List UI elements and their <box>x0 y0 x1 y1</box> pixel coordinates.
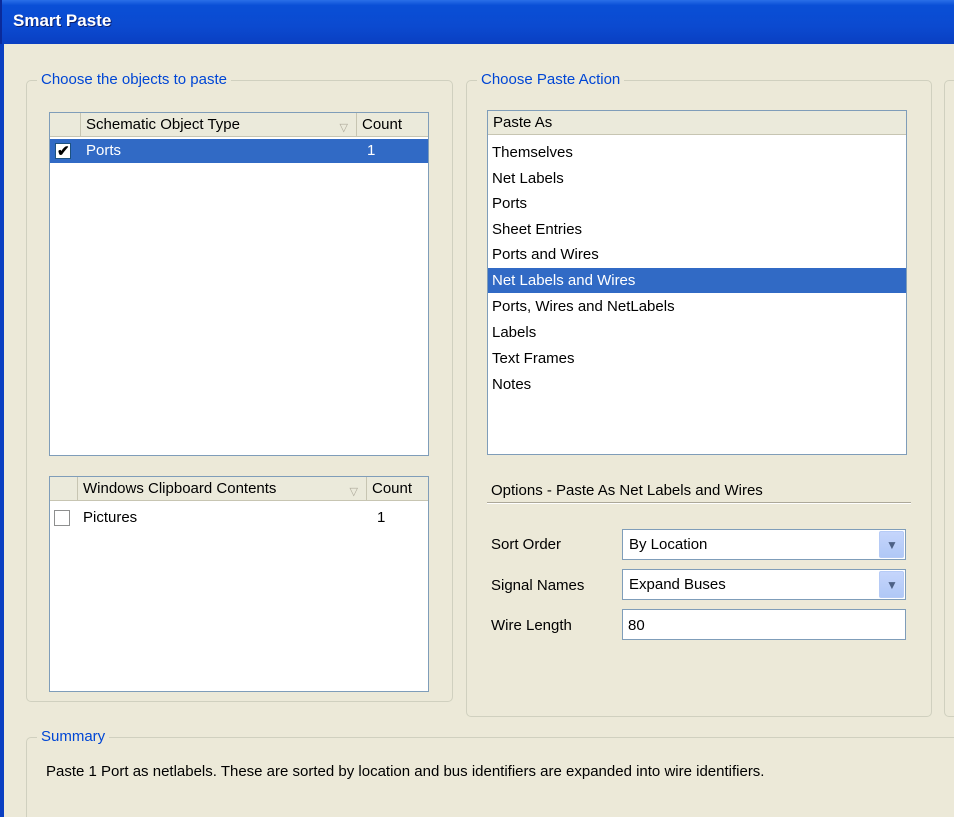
dropdown-arrow-icon: ▼ <box>886 538 898 552</box>
schematic-row-label: Ports <box>86 142 122 159</box>
summary-text: Paste 1 Port as netlabels. These are sor… <box>46 763 765 780</box>
clipboard-row-label: Pictures <box>83 509 138 526</box>
sort-order-label: Sort Order <box>491 536 562 553</box>
clipboard-contents-header-label: Windows Clipboard Contents <box>83 480 277 497</box>
schematic-object-list[interactable]: Schematic Object Type ▽ Count ✔ Ports 1 <box>49 112 429 456</box>
clipboard-row-pictures[interactable]: Pictures 1 <box>50 506 428 530</box>
count-column-header[interactable]: Count <box>357 113 428 137</box>
wire-length-label: Wire Length <box>491 617 572 634</box>
paste-as-item-themselves[interactable]: Themselves <box>488 140 906 165</box>
right-partial-groupbox <box>944 80 954 717</box>
signal-names-value: Expand Buses <box>629 576 726 593</box>
signal-names-label: Signal Names <box>491 577 585 594</box>
signal-names-dropdown-button[interactable]: ▼ <box>879 571 904 598</box>
clipboard-contents-list[interactable]: Windows Clipboard Contents ▽ Count Pictu… <box>49 476 429 692</box>
clipboard-list-header: Windows Clipboard Contents ▽ Count <box>50 477 428 501</box>
paste-as-item-notes[interactable]: Notes <box>488 372 906 397</box>
signal-names-select[interactable]: Expand Buses ▼ <box>622 569 906 600</box>
schematic-object-type-header[interactable]: Schematic Object Type ▽ <box>81 113 357 137</box>
paste-as-header[interactable]: Paste As <box>488 111 906 135</box>
paste-as-item-net-labels-and-wires[interactable]: Net Labels and Wires <box>488 268 906 293</box>
objects-group-legend: Choose the objects to paste <box>37 71 231 89</box>
paste-as-item-text-frames[interactable]: Text Frames <box>488 346 906 371</box>
paste-as-item-net-labels[interactable]: Net Labels <box>488 166 906 191</box>
paste-action-group-legend: Choose Paste Action <box>477 71 625 89</box>
checkbox-unchecked-icon[interactable] <box>54 510 70 526</box>
clipboard-checkbox-column-header[interactable] <box>50 477 78 501</box>
window-title: Smart Paste <box>13 11 112 30</box>
wire-length-input[interactable] <box>628 615 898 635</box>
paste-as-item-labels[interactable]: Labels <box>488 320 906 345</box>
clipboard-count-header-label: Count <box>372 480 413 497</box>
clipboard-row-count: 1 <box>377 509 386 526</box>
checkbox-column-header[interactable] <box>50 113 81 137</box>
paste-as-header-label: Paste As <box>493 114 553 131</box>
clipboard-contents-header[interactable]: Windows Clipboard Contents ▽ <box>78 477 367 501</box>
schematic-object-type-header-label: Schematic Object Type <box>86 116 240 133</box>
sort-triangle-icon: ▽ <box>349 486 358 498</box>
sort-order-value: By Location <box>629 536 708 553</box>
sort-triangle-icon: ▽ <box>339 122 348 134</box>
schematic-row-ports[interactable]: ✔ Ports 1 <box>50 139 428 163</box>
count-header-label: Count <box>362 116 403 133</box>
paste-as-list[interactable]: Paste As Themselves Net Labels Ports She… <box>487 110 907 455</box>
options-title: Options - Paste As Net Labels and Wires <box>491 482 763 499</box>
clipboard-count-column-header[interactable]: Count <box>367 477 428 501</box>
dropdown-arrow-icon: ▼ <box>886 578 898 592</box>
title-bar: Smart Paste <box>0 0 954 44</box>
paste-as-item-ports-and-wires[interactable]: Ports and Wires <box>488 242 906 267</box>
checkbox-checked-icon[interactable]: ✔ <box>55 143 71 160</box>
options-divider <box>487 502 911 504</box>
wire-length-field[interactable] <box>622 609 906 640</box>
paste-as-item-ports[interactable]: Ports <box>488 191 906 216</box>
paste-as-item-sheet-entries[interactable]: Sheet Entries <box>488 217 906 242</box>
window-frame-left <box>0 44 10 817</box>
schematic-row-count: 1 <box>367 142 376 159</box>
summary-legend: Summary <box>37 728 110 746</box>
sort-order-dropdown-button[interactable]: ▼ <box>879 531 904 558</box>
paste-as-item-ports-wires-netlabels[interactable]: Ports, Wires and NetLabels <box>488 294 906 319</box>
schematic-list-header: Schematic Object Type ▽ Count <box>50 113 428 137</box>
sort-order-select[interactable]: By Location ▼ <box>622 529 906 560</box>
